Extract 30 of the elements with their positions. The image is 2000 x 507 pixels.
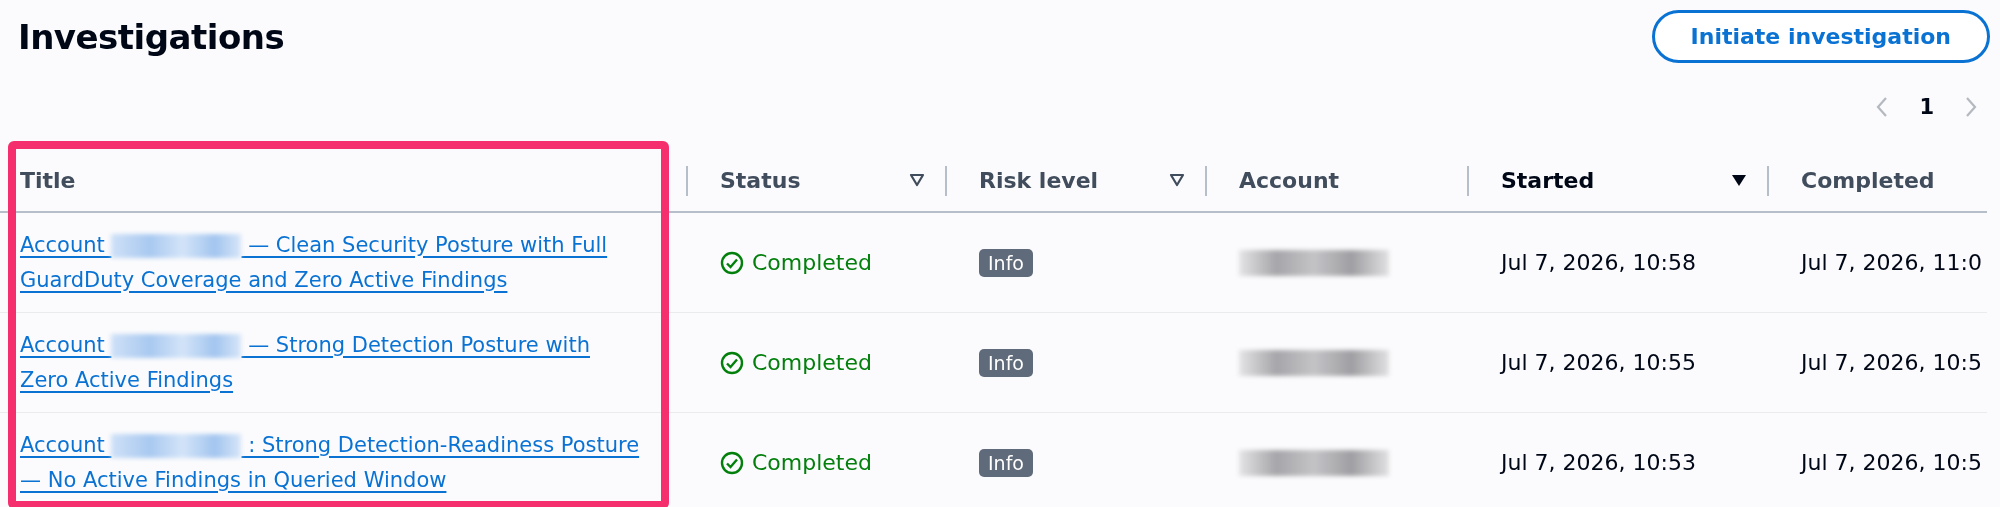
check-circle-icon bbox=[720, 450, 744, 475]
column-header[interactable]: Status bbox=[720, 167, 903, 193]
check-circle-icon bbox=[720, 250, 744, 275]
investigation-title-link[interactable]: Account — Strong Detection Posture with Zero Active Findings bbox=[20, 327, 642, 398]
sort-descending-icon[interactable] bbox=[1731, 173, 1747, 187]
page-title: Investigations bbox=[18, 16, 285, 57]
column-header[interactable]: Started bbox=[1501, 167, 1725, 193]
risk-badge: Info bbox=[979, 448, 1033, 477]
risk-badge: Info bbox=[979, 248, 1033, 277]
risk-badge: Info bbox=[979, 348, 1033, 377]
completed-time: Jul 7, 2026, 10:5 bbox=[1801, 350, 1982, 375]
investigation-title-link[interactable]: Account : Strong Detection-Readiness Posture — No Active Findings in Queried Window bbox=[20, 427, 642, 498]
investigation-title-link[interactable]: Account — Clean Security Posture with Full GuardDuty Coverage and Zero Active Findings bbox=[20, 227, 642, 298]
status-text: Completed bbox=[752, 250, 872, 275]
column-header[interactable]: Title bbox=[20, 167, 666, 193]
column-header[interactable]: Completed bbox=[1801, 167, 1967, 193]
started-time: Jul 7, 2026, 10:55 bbox=[1501, 350, 1696, 375]
completed-time: Jul 7, 2026, 10:5 bbox=[1801, 450, 1982, 475]
column-header[interactable]: Account bbox=[1239, 167, 1447, 193]
initiate-investigation-button[interactable]: Initiate investigation bbox=[1651, 10, 1990, 63]
started-time: Jul 7, 2026, 10:53 bbox=[1501, 450, 1696, 475]
status-text: Completed bbox=[752, 350, 872, 375]
page-number[interactable]: 1 bbox=[1919, 95, 1934, 119]
column-header[interactable]: Risk level bbox=[979, 167, 1163, 193]
completed-time: Jul 7, 2026, 11:0 bbox=[1801, 250, 1982, 275]
check-circle-icon bbox=[720, 350, 744, 375]
status-text: Completed bbox=[752, 450, 872, 475]
started-time: Jul 7, 2026, 10:58 bbox=[1501, 250, 1696, 275]
sort-icon[interactable] bbox=[909, 173, 925, 187]
sort-icon[interactable] bbox=[1169, 173, 1185, 187]
